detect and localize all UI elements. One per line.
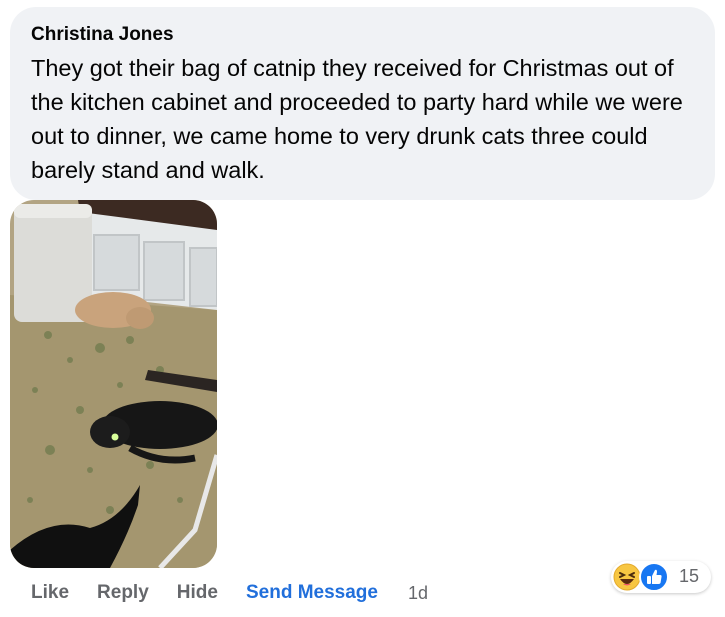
- comment-author[interactable]: Christina Jones: [31, 23, 715, 47]
- reaction-count: 15: [679, 566, 700, 586]
- comment-photo[interactable]: [10, 200, 217, 568]
- comment-bubble: Christina Jones They got their bag of ca…: [10, 7, 715, 200]
- comment-actions: Like Reply Hide Send Message 1d: [31, 579, 428, 607]
- reply-button[interactable]: Reply: [97, 582, 149, 604]
- like-icon: [639, 562, 669, 592]
- send-message-button[interactable]: Send Message: [246, 582, 378, 604]
- comment-timestamp[interactable]: 1d: [408, 583, 428, 604]
- like-button[interactable]: Like: [31, 582, 69, 604]
- reactions-summary[interactable]: 15: [611, 561, 711, 593]
- hide-button[interactable]: Hide: [177, 582, 218, 604]
- comment-text: They got their bag of catnip they receiv…: [31, 55, 683, 183]
- haha-icon: [613, 563, 641, 591]
